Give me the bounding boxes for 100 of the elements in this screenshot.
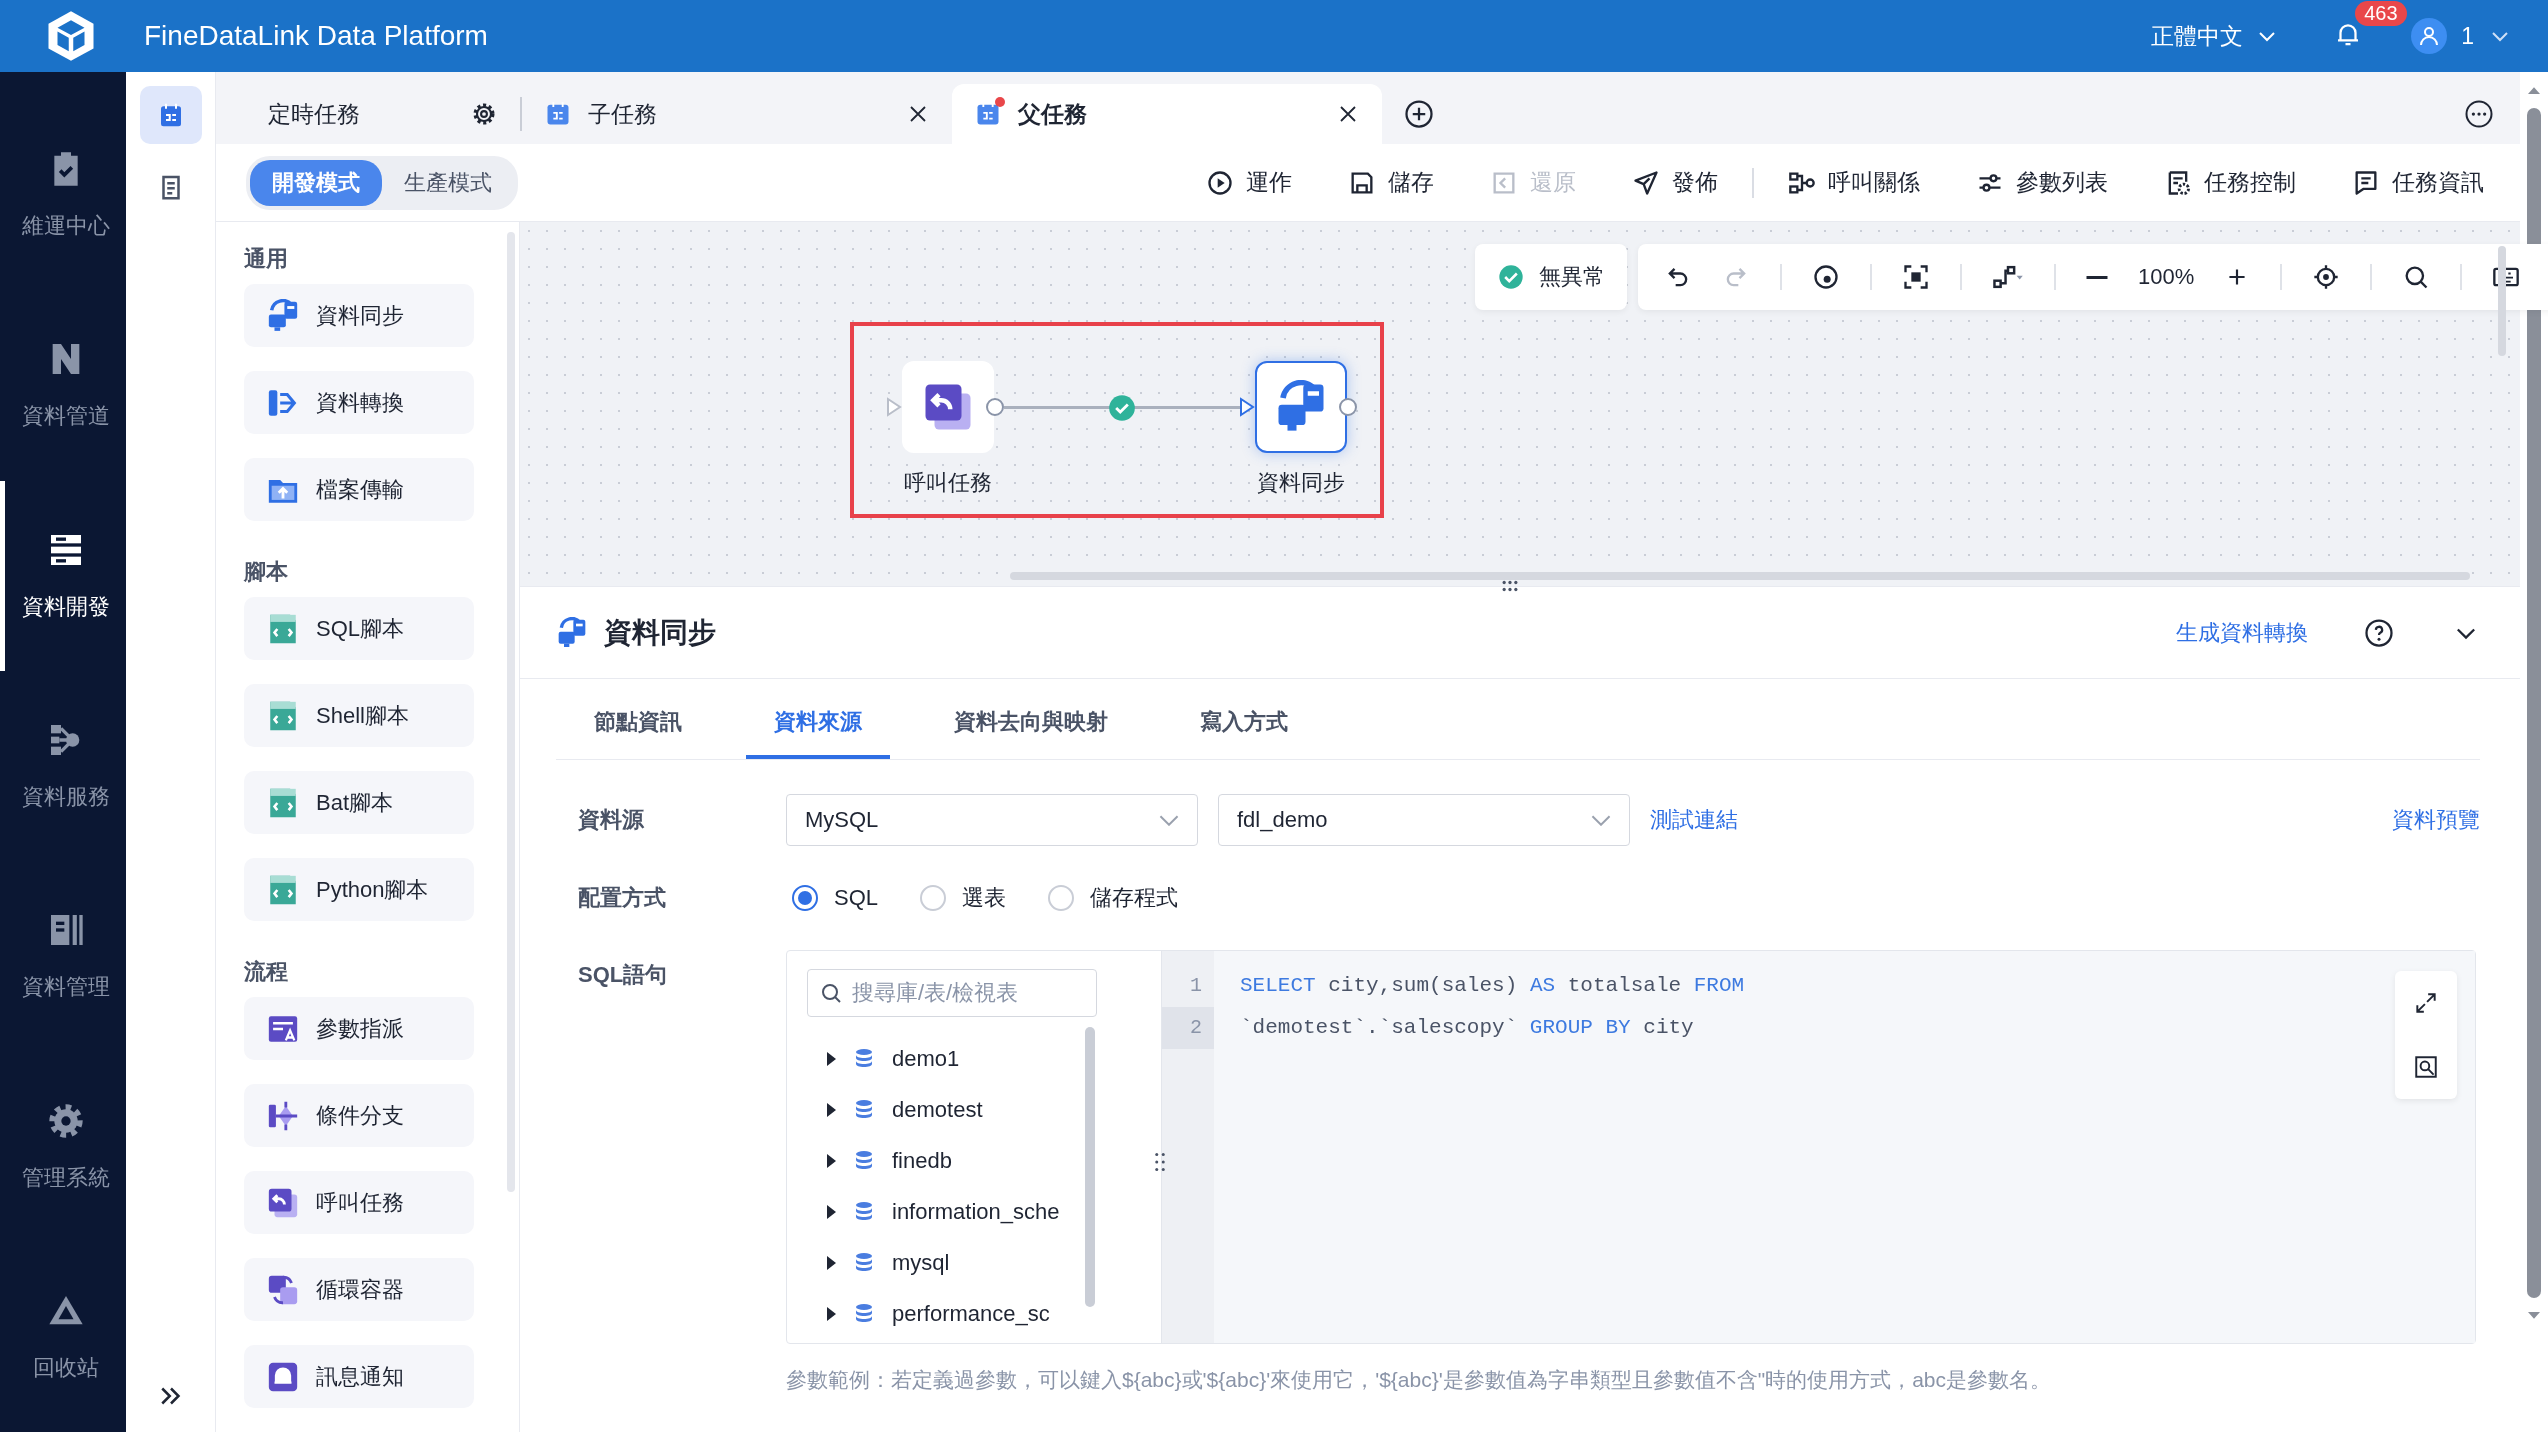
format-button[interactable] (2413, 1054, 2439, 1080)
line-number: 2 (1162, 1007, 1214, 1049)
test-connection-link[interactable]: 測試連結 (1650, 805, 1738, 835)
chevron-down-icon (1591, 814, 1611, 826)
output-port[interactable] (1339, 398, 1357, 416)
component-item[interactable]: SQL腳本 (244, 597, 474, 660)
chevron-down-icon (1159, 814, 1179, 826)
source-type-dropdown[interactable]: MySQL (786, 794, 1198, 846)
panel-title: 資料同步 (604, 615, 717, 650)
nav-item[interactable]: 資料管道 (0, 290, 126, 481)
radio-option[interactable]: 儲存程式 (1042, 882, 1185, 914)
help-icon (2364, 617, 2394, 648)
zoom-out-button[interactable] (2086, 275, 2108, 279)
parameter-hint: 參數範例：若定義過參數，可以鍵入${abc}或'${abc}'來使用它，'${abc}'是參數值為字串類型且參數值不含"時的使用方式，abc是參數名。 (786, 1367, 2053, 1393)
component-item[interactable]: 資料同步 (244, 284, 474, 347)
component-item[interactable]: Bat腳本 (244, 771, 474, 834)
nav-item[interactable]: 回收站 (0, 1241, 126, 1432)
section-heading: 流程 (244, 958, 289, 986)
user-menu[interactable]: 1 (2405, 17, 2518, 55)
node-label: 呼叫任務 (903, 469, 993, 497)
line-number: 1 (1189, 973, 1203, 999)
database-item[interactable]: demotest (807, 1084, 1057, 1135)
preview-button[interactable] (1812, 263, 1840, 291)
toolbar-action[interactable]: 發佈 (1626, 166, 1724, 199)
mode-toggle[interactable]: 生產模式 (382, 159, 514, 206)
language-selector[interactable]: 正體中文 (2145, 19, 2286, 53)
radio-option[interactable]: SQL (786, 884, 885, 912)
component-item[interactable]: 參數指派 (244, 997, 474, 1060)
component-item[interactable]: Shell腳本 (244, 684, 474, 747)
notification-count: 463 (2355, 1, 2407, 26)
node-label: 資料同步 (1256, 469, 1346, 497)
data-preview-link[interactable]: 資料預覽 (2392, 805, 2480, 835)
output-port[interactable] (986, 398, 1004, 416)
scrollbar[interactable] (507, 232, 515, 1192)
component-item[interactable]: 檔案傳輸 (244, 458, 474, 521)
generate-link[interactable]: 生成資料轉換 (2176, 617, 2308, 648)
database-item[interactable]: performance_sc (807, 1288, 1057, 1339)
eye-icon (1812, 263, 1840, 291)
success-check-icon (1108, 394, 1136, 422)
database-item[interactable]: demo1 (807, 1033, 1057, 1084)
fit-view-button[interactable] (1902, 263, 1930, 291)
scrollbar[interactable] (2498, 246, 2506, 356)
database-item[interactable]: finedb (807, 1135, 1057, 1186)
nav-item[interactable]: 資料管理 (0, 861, 126, 1052)
toolbar-action[interactable]: 運作 (1200, 166, 1298, 199)
detail-tab[interactable]: 寫入方式 (1172, 679, 1316, 759)
radio-option[interactable]: 選表 (914, 882, 1013, 914)
expand-icon (2413, 990, 2439, 1016)
nav-item[interactable]: 資料開發 (0, 480, 126, 671)
data-sync-icon (556, 616, 588, 649)
image-search-icon (2413, 1054, 2439, 1080)
component-item[interactable]: 條件分支 (244, 1084, 474, 1147)
toolbar-action[interactable]: 任務控制 (2158, 166, 2302, 199)
field-label: 資料源 (577, 806, 645, 834)
data-sync-icon (266, 298, 300, 333)
field-label: SQL語句 (577, 961, 669, 989)
section-heading: 通用 (244, 245, 289, 273)
component-item[interactable]: 呼叫任務 (244, 1171, 474, 1234)
locate-button[interactable] (2312, 263, 2341, 291)
check-circle-icon (1497, 263, 1525, 291)
nav-item[interactable]: 資料服務 (0, 670, 126, 862)
app-title: FineDataLink Data Platform (144, 20, 489, 52)
task-node[interactable] (1255, 361, 1347, 453)
scrollbar[interactable] (1010, 572, 2470, 580)
toolbar-action[interactable]: 參數列表 (1970, 166, 2114, 199)
crosshair-icon (2312, 263, 2341, 291)
toolbar-action[interactable]: 呼叫關係 (1782, 166, 1926, 199)
detail-tab[interactable]: 資料來源 (746, 679, 890, 759)
scrollbar[interactable] (1085, 1027, 1095, 1307)
task-tab[interactable]: 子任務 (522, 84, 952, 144)
component-item[interactable]: 循環容器 (244, 1258, 474, 1321)
task-tab[interactable]: 定時任務 (230, 84, 520, 144)
detail-tab[interactable]: 節點資訊 (566, 679, 710, 759)
task-tab[interactable]: 父任務 (952, 84, 1382, 144)
more-icon (2464, 99, 2494, 129)
database-dropdown[interactable]: fdl_demo (1218, 794, 1630, 846)
component-item[interactable]: 訊息通知 (244, 1345, 474, 1408)
scrollbar[interactable] (2527, 108, 2541, 1298)
field-label: 配置方式 (577, 884, 667, 912)
send-icon (1632, 168, 1660, 197)
nav-item[interactable]: 維運中心 (0, 100, 126, 291)
zoom-level: 100% (2138, 264, 2195, 290)
code-line: SELECT city,sum(sales) AS totalsale FROM (1240, 973, 1745, 999)
code-line: `demotest`.`salescopy` GROUP BY city (1240, 1015, 1694, 1041)
database-item[interactable]: information_sche (807, 1186, 1057, 1237)
section-heading: 腳本 (244, 558, 289, 586)
component-item[interactable]: 資料轉換 (244, 371, 474, 434)
nav-item[interactable]: 管理系統 (0, 1051, 126, 1242)
database-item[interactable]: mysql (807, 1237, 1057, 1288)
fullscreen-button[interactable] (2413, 990, 2439, 1016)
side-tab[interactable] (139, 86, 202, 144)
plus-circle-icon (1404, 99, 1434, 129)
play-icon (1206, 168, 1234, 197)
search-field[interactable]: 搜尋庫/表/檢視表 (807, 969, 1097, 1017)
detail-tab[interactable]: 資料去向與映射 (926, 679, 1136, 759)
toolbar-action[interactable]: 儲存 (1342, 166, 1440, 199)
frame-icon (1902, 263, 1930, 291)
toolbar-action[interactable]: 任務資訊 (2346, 166, 2490, 199)
mode-toggle[interactable]: 開發模式 (250, 159, 382, 206)
component-item[interactable]: Python腳本 (244, 858, 474, 921)
